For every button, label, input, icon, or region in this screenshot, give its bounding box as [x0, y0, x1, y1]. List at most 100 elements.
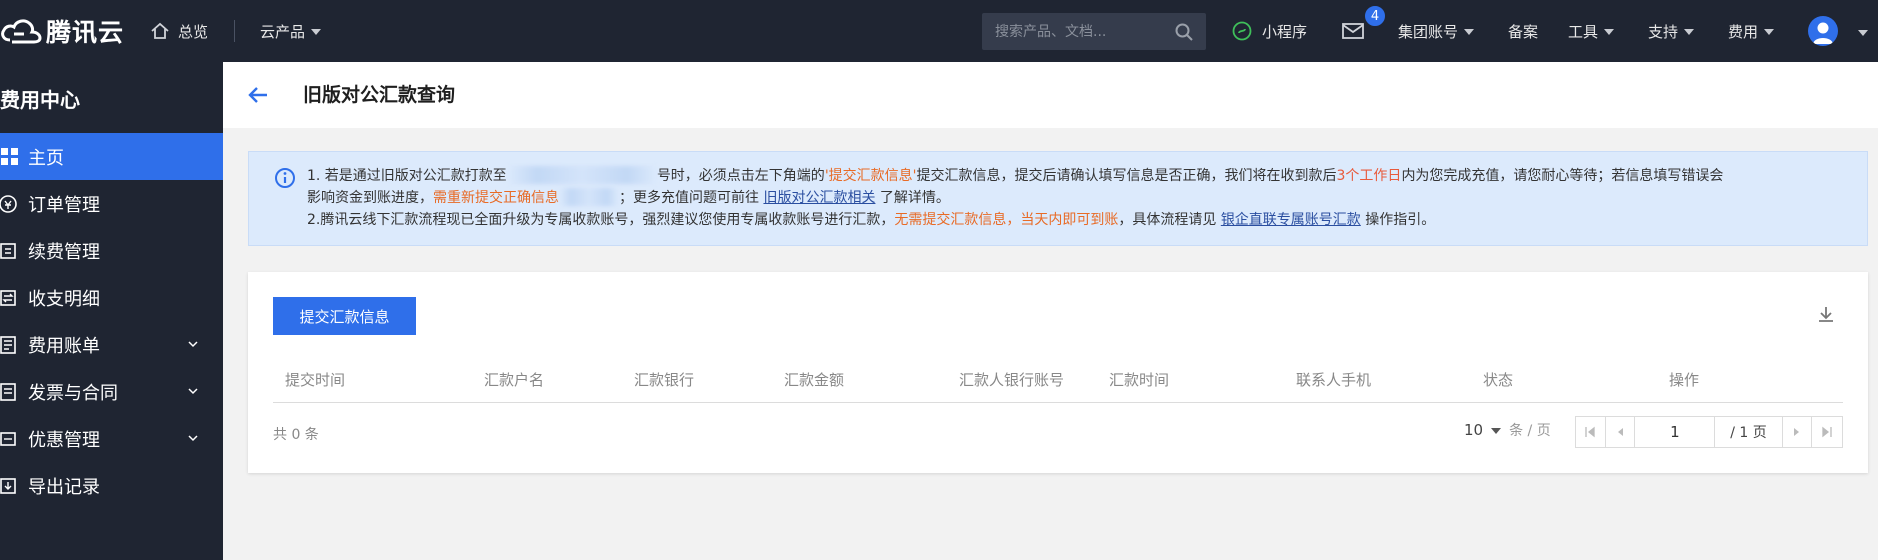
home-icon: [151, 22, 169, 39]
sidebar-item-transactions[interactable]: 收支明细: [0, 274, 223, 321]
sidebar-item-label: 费用账单: [28, 335, 100, 357]
order-icon: [0, 194, 17, 213]
chevron-down-icon: [1464, 29, 1475, 35]
sidebar-item-home[interactable]: 主页: [0, 133, 223, 180]
notice-text: ，具体流程请见: [1118, 212, 1217, 228]
next-page-button[interactable]: [1783, 417, 1813, 447]
column-header: 汇款人银行账号: [959, 371, 1065, 389]
sidebar-item-invoices[interactable]: 发票与合同: [0, 368, 223, 415]
page-size-value: 10: [1464, 421, 1484, 439]
nav-tools[interactable]: 工具: [1568, 0, 1615, 62]
table-header: 提交时间 汇款户名 汇款银行 汇款金额 汇款人银行账号 汇款时间 联系人手机 状…: [273, 363, 1843, 403]
back-arrow-icon[interactable]: [245, 82, 271, 108]
user-icon: [1813, 22, 1833, 44]
notice-text: 1. 若是通过旧版对公汇款打款至: [307, 168, 507, 184]
search-box: [982, 13, 1206, 50]
notice-text: ；更多充值问题可前往: [619, 190, 759, 206]
notice-highlight: '提交汇款信息': [824, 168, 917, 184]
logo-text: 腾讯云: [46, 18, 125, 47]
bill-icon: [0, 335, 16, 354]
user-avatar[interactable]: [1808, 16, 1838, 46]
mail-count-badge: 4: [1363, 4, 1387, 28]
nav-support[interactable]: 支持: [1648, 0, 1695, 62]
notice-line-3: 2.腾讯云线下汇款流程现已全面升级为专属收款账号，强烈建议您使用专属收款账号进行…: [307, 209, 1867, 231]
notice-text: 操作指引。: [1365, 212, 1436, 228]
redacted-text: [559, 188, 619, 206]
notice-text: 内为您完成充值，请您耐心等待；若信息填写错误会: [1401, 168, 1724, 184]
mail-icon[interactable]: [1340, 18, 1366, 44]
sidebar-item-label: 优惠管理: [28, 429, 100, 451]
chevron-down-icon: [1604, 29, 1615, 35]
prev-page-button[interactable]: [1606, 417, 1636, 447]
remittance-table-card: 提交汇款信息 提交时间 汇款户名 汇款银行 汇款金额 汇款人银行账号 汇款时间 …: [248, 272, 1868, 473]
next-page-icon: [1793, 428, 1799, 436]
page-number-input[interactable]: [1635, 417, 1716, 447]
chevron-down-icon: [1764, 29, 1775, 35]
search-icon[interactable]: [1174, 22, 1194, 42]
chevron-down-icon[interactable]: [1858, 30, 1868, 36]
sidebar-item-orders[interactable]: 订单管理: [0, 180, 223, 227]
notice-text: 号时，必须点击左下角端的: [656, 168, 825, 184]
invoice-icon: [0, 382, 16, 401]
nav-home[interactable]: 总览: [150, 0, 208, 62]
cloud-logo-icon: [1, 19, 42, 44]
sidebar-item-bills[interactable]: 费用账单: [0, 321, 223, 368]
last-page-button[interactable]: [1812, 417, 1842, 447]
grid-icon: [1, 147, 18, 165]
first-page-button[interactable]: [1576, 417, 1606, 447]
chevron-down-icon: [188, 435, 198, 442]
nav-group-account[interactable]: 集团账号: [1398, 0, 1475, 62]
last-page-icon: [1822, 426, 1832, 438]
first-page-icon: [1585, 426, 1595, 438]
page-title: 旧版对公汇款查询: [303, 84, 456, 106]
nav-tools-label: 工具: [1568, 22, 1599, 41]
chevron-down-icon: [188, 388, 198, 395]
notice-highlight: 无需提交汇款信息，当天内即可到账: [894, 212, 1119, 228]
sidebar-item-exports[interactable]: 导出记录: [0, 462, 223, 509]
submit-remittance-button[interactable]: 提交汇款信息: [273, 297, 416, 335]
redacted-text: [506, 166, 657, 184]
column-header: 汇款时间: [1109, 371, 1170, 389]
nav-products-dropdown[interactable]: 云产品: [260, 0, 322, 62]
nav-products-label: 云产品: [260, 22, 306, 41]
page-size-select[interactable]: 10 条 / 页: [1464, 420, 1551, 440]
page-header: 旧版对公汇款查询: [223, 62, 1878, 128]
bank-direct-link[interactable]: 银企直联专属账号汇款: [1221, 212, 1361, 228]
chevron-down-icon: [188, 341, 198, 348]
tencent-cloud-logo[interactable]: 腾讯云: [0, 12, 124, 50]
download-icon[interactable]: [1816, 304, 1836, 324]
notice-text: 影响资金到账进度，: [307, 190, 433, 206]
total-count: 共 0 条: [273, 427, 319, 443]
nav-mini-program[interactable]: 小程序: [1232, 0, 1307, 62]
sidebar-item-label: 主页: [28, 147, 64, 169]
chevron-down-icon: [311, 29, 322, 35]
old-remittance-link[interactable]: 旧版对公汇款相关: [763, 190, 875, 206]
notice-line-2: 影响资金到账进度，需重新提交正确信息 ；更多充值问题可前往 旧版对公汇款相关 了解…: [307, 187, 1867, 209]
nav-fee[interactable]: 费用: [1728, 0, 1775, 62]
export-icon: [0, 477, 16, 494]
mini-program-icon: [1232, 21, 1252, 41]
column-header: 汇款金额: [784, 371, 845, 389]
transfer-icon: [0, 289, 16, 306]
column-header: 汇款户名: [484, 371, 545, 389]
renew-icon: [0, 242, 16, 259]
nav-group-account-label: 集团账号: [1398, 22, 1459, 41]
notice-text: 提交汇款信息，提交后请确认填写信息是否正确，我们将在收到款后: [916, 168, 1337, 184]
nav-beian-label: 备案: [1508, 22, 1539, 41]
search-input[interactable]: [982, 13, 1174, 50]
nav-home-label: 总览: [178, 22, 209, 41]
notice-text: 了解详情。: [879, 190, 950, 206]
column-header: 状态: [1483, 371, 1514, 389]
column-header: 联系人手机: [1296, 371, 1372, 389]
notice-highlight: 需重新提交正确信息: [433, 190, 559, 206]
sidebar-item-discounts[interactable]: 优惠管理: [0, 415, 223, 462]
nav-beian[interactable]: 备案: [1508, 0, 1538, 62]
nav-support-label: 支持: [1648, 22, 1679, 41]
total-pages: / 1 页: [1715, 417, 1783, 447]
sidebar-item-renewal[interactable]: 续费管理: [0, 227, 223, 274]
page-size-unit: 条 / 页: [1509, 423, 1551, 439]
column-header: 提交时间: [285, 371, 346, 389]
sidebar-title: 费用中心: [0, 88, 80, 112]
coupon-icon: [0, 431, 16, 446]
notice-line-1: 1. 若是通过旧版对公汇款打款至 号时，必须点击左下角端的'提交汇款信息'提交汇款…: [307, 165, 1867, 187]
